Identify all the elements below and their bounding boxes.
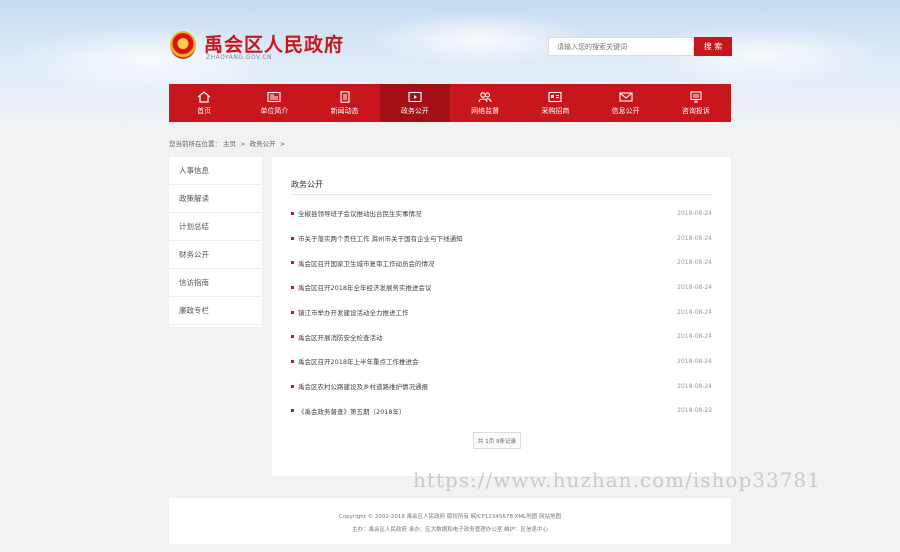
- site-header: 禹会区人民政府 ZHAOYANG.GOV.CN 搜 索: [168, 28, 732, 68]
- article-date: 2018-08-24: [677, 209, 712, 217]
- sidebar-item-integrity[interactable]: 廉政专栏: [169, 297, 262, 325]
- list-item[interactable]: 禹会区召开2018年上半年重点工作推进会 2018-08-24: [291, 349, 712, 374]
- bullet-icon: [291, 261, 294, 265]
- nav-item-news[interactable]: 新闻动态: [310, 84, 380, 122]
- nav-item-label: 采购招商: [541, 106, 570, 115]
- search-input[interactable]: [548, 37, 694, 56]
- nav-item-label: 网络监督: [471, 106, 500, 115]
- nav-item-label: 新闻动态: [330, 106, 359, 115]
- article-date: 2018-08-24: [677, 357, 712, 365]
- home-icon: [197, 90, 211, 103]
- sidebar-item-finance[interactable]: 财务公开: [169, 241, 262, 269]
- breadcrumb-current-link[interactable]: 政务公开: [250, 140, 276, 148]
- nav-item-about[interactable]: 单位简介: [239, 84, 309, 122]
- list-item[interactable]: 市关于落实两个责任工作 滁州市关于国有企业与下线通知 2018-08-24: [291, 226, 712, 251]
- article-date: 2018-08-23: [677, 407, 712, 415]
- list-item[interactable]: 镇江市举办开发建设活动全力推进工作 2018-08-24: [291, 300, 712, 325]
- nav-item-gov-affairs[interactable]: 政务公开: [379, 84, 450, 122]
- breadcrumb-prefix: 您当前所在位置：: [169, 140, 221, 148]
- bullet-icon: [291, 384, 294, 388]
- nav-item-label: 首页: [197, 106, 212, 115]
- article-title[interactable]: 禹会区开展消防安全检查活动: [298, 332, 383, 342]
- site-domain: ZHAOYANG.GOV.CN: [206, 54, 273, 61]
- sidebar-item-personnel[interactable]: 人事信息: [169, 157, 262, 185]
- newspaper-icon: [267, 91, 281, 103]
- bullet-icon: [291, 236, 294, 240]
- sidebar: 人事信息 政策解读 计划总结 财务公开 信访指南 廉政专栏: [169, 157, 262, 327]
- nav-item-info-disclosure[interactable]: 信息公开: [591, 84, 661, 122]
- page-title: 政务公开: [291, 180, 323, 189]
- article-date: 2018-08-24: [677, 308, 712, 316]
- article-title[interactable]: 全椒县领导班子会议推动出台民生实事情况: [298, 208, 422, 218]
- pagination-info: 共 1页 9条记录: [473, 432, 521, 449]
- nav-item-label: 信息公开: [611, 106, 640, 115]
- list-item[interactable]: 全椒县领导班子会议推动出台民生实事情况 2018-08-24: [291, 201, 712, 226]
- article-date: 2018-08-24: [677, 382, 712, 390]
- article-title[interactable]: 市关于落实两个责任工作 滁州市关于国有企业与下线通知: [298, 233, 463, 243]
- article-title[interactable]: 禹会区召开2018年上半年重点工作推进会: [298, 356, 419, 366]
- nav-item-consult[interactable]: 咨询投诉: [661, 84, 731, 122]
- title-divider: [291, 194, 712, 195]
- mail-icon: [619, 91, 633, 103]
- site-title[interactable]: 禹会区人民政府: [204, 30, 344, 57]
- main-content: 政务公开 全椒县领导班子会议推动出台民生实事情况 2018-08-24 市关于落…: [272, 157, 731, 476]
- list-item[interactable]: 《禹会政务督查》第五期（2018年） 2018-08-23: [291, 399, 712, 424]
- nav-item-label: 咨询投诉: [681, 106, 710, 115]
- people-icon: [478, 91, 492, 103]
- breadcrumb-separator: >: [240, 140, 246, 148]
- article-date: 2018-08-24: [677, 283, 712, 291]
- nav-item-supervision[interactable]: 网络监督: [450, 84, 520, 122]
- article-date: 2018-08-24: [677, 234, 712, 242]
- id-card-icon: [548, 91, 562, 103]
- national-emblem-icon: [170, 31, 196, 59]
- breadcrumb-home-link[interactable]: 主页: [223, 140, 236, 148]
- monitor-icon: [689, 90, 703, 103]
- article-title[interactable]: 《禹会政务督查》第五期（2018年）: [298, 406, 406, 416]
- bullet-icon: [291, 335, 294, 339]
- video-icon: [408, 91, 422, 103]
- article-title[interactable]: 禹会区召开2018年全年经济发展务实推进会议: [298, 282, 432, 292]
- main-nav: 首页 单位简介 新闻动态 政务公开 网络监督 采购招商 信息公开 咨询投诉: [169, 84, 731, 122]
- article-title[interactable]: 禹会区召开国家卫生城市复审工作动员会的情况: [298, 258, 435, 268]
- article-date: 2018-08-24: [677, 333, 712, 341]
- nav-item-label: 政务公开: [400, 106, 429, 115]
- article-title[interactable]: 镇江市举办开发建设活动全力推进工作: [298, 307, 409, 317]
- breadcrumb-separator: >: [279, 140, 286, 148]
- bullet-icon: [291, 409, 294, 413]
- bullet-icon: [291, 359, 294, 363]
- breadcrumb: 您当前所在位置： 主页 > 政务公开 >: [169, 138, 287, 148]
- article-date: 2018-08-24: [677, 259, 712, 267]
- footer-organizer: 主办：禹会区人民政府 承办：区大数据和电子政务管理办公室 维护：区信息中心: [352, 527, 548, 533]
- footer-copyright: Copyright © 2002-2018 禹会区人民政府 版权所有 皖ICP1…: [339, 514, 561, 520]
- list-item[interactable]: 禹会区开展消防安全检查活动 2018-08-24: [291, 324, 712, 349]
- list-item[interactable]: 禹会区农村公路建设及乡村道路维护情况通报 2018-08-24: [291, 374, 712, 399]
- site-footer: Copyright © 2002-2018 禹会区人民政府 版权所有 皖ICP1…: [169, 498, 731, 544]
- sidebar-item-plans[interactable]: 计划总结: [169, 213, 262, 241]
- search-button[interactable]: 搜 索: [694, 37, 732, 56]
- document-icon: [338, 90, 352, 103]
- bullet-icon: [291, 211, 294, 215]
- list-item[interactable]: 禹会区召开2018年全年经济发展务实推进会议 2018-08-24: [291, 275, 712, 300]
- nav-item-home[interactable]: 首页: [169, 84, 239, 122]
- sidebar-item-policy[interactable]: 政策解读: [169, 185, 262, 213]
- sidebar-item-petition[interactable]: 信访指南: [169, 269, 262, 297]
- list-item[interactable]: 禹会区召开国家卫生城市复审工作动员会的情况 2018-08-24: [291, 250, 712, 275]
- watermark-text: https://www.huzhan.com/ishop33781: [413, 468, 821, 492]
- bullet-icon: [291, 285, 294, 289]
- article-list: 全椒县领导班子会议推动出台民生实事情况 2018-08-24 市关于落实两个责任…: [291, 201, 712, 423]
- article-title[interactable]: 禹会区农村公路建设及乡村道路维护情况通报: [298, 381, 428, 391]
- nav-item-procurement[interactable]: 采购招商: [520, 84, 590, 122]
- bullet-icon: [291, 310, 294, 314]
- nav-item-label: 单位简介: [260, 106, 289, 115]
